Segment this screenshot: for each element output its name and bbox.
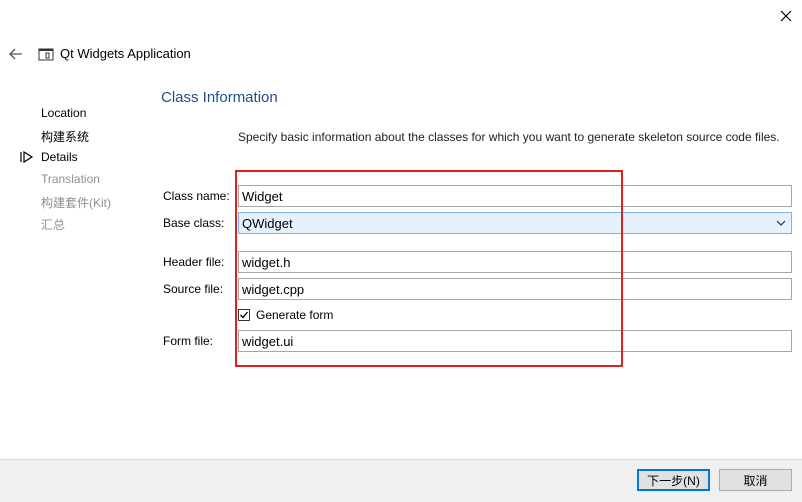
page-title: Class Information bbox=[161, 89, 278, 106]
base-class-label: Base class: bbox=[163, 216, 225, 230]
base-class-select[interactable]: QWidget bbox=[238, 212, 792, 234]
step-kit: 构建套件(Kit) bbox=[41, 196, 111, 210]
generate-form-label: Generate form bbox=[256, 308, 334, 322]
source-file-input[interactable] bbox=[238, 278, 792, 300]
back-arrow-icon bbox=[9, 48, 22, 60]
window-title: Qt Widgets Application bbox=[60, 46, 191, 61]
close-icon bbox=[780, 10, 792, 22]
form-file-label: Form file: bbox=[163, 334, 214, 348]
cancel-button[interactable]: 取消 bbox=[719, 469, 792, 491]
step-summary: 汇总 bbox=[41, 218, 66, 232]
header-file-label: Header file: bbox=[163, 255, 225, 269]
step-translation: Translation bbox=[41, 172, 100, 186]
step-location: Location bbox=[41, 106, 87, 120]
back-button[interactable] bbox=[4, 42, 28, 66]
class-name-label: Class name: bbox=[163, 189, 230, 203]
generate-form-checkbox[interactable]: Generate form bbox=[238, 307, 333, 323]
source-file-label: Source file: bbox=[163, 282, 224, 296]
chevron-down-icon bbox=[771, 220, 791, 226]
app-window-icon bbox=[38, 47, 54, 61]
page-description: Specify basic information about the clas… bbox=[238, 130, 780, 144]
header-file-input[interactable] bbox=[238, 251, 792, 273]
class-name-input[interactable] bbox=[238, 185, 792, 207]
step-details: Details bbox=[41, 150, 78, 164]
form-file-input[interactable] bbox=[238, 330, 792, 352]
step-build-system: 构建系统 bbox=[41, 130, 90, 144]
base-class-value: QWidget bbox=[242, 215, 293, 231]
next-button[interactable]: 下一步(N) bbox=[637, 469, 710, 491]
current-step-arrow-icon bbox=[20, 150, 34, 164]
checkbox-checked-icon bbox=[238, 309, 250, 321]
close-button[interactable] bbox=[772, 4, 800, 28]
